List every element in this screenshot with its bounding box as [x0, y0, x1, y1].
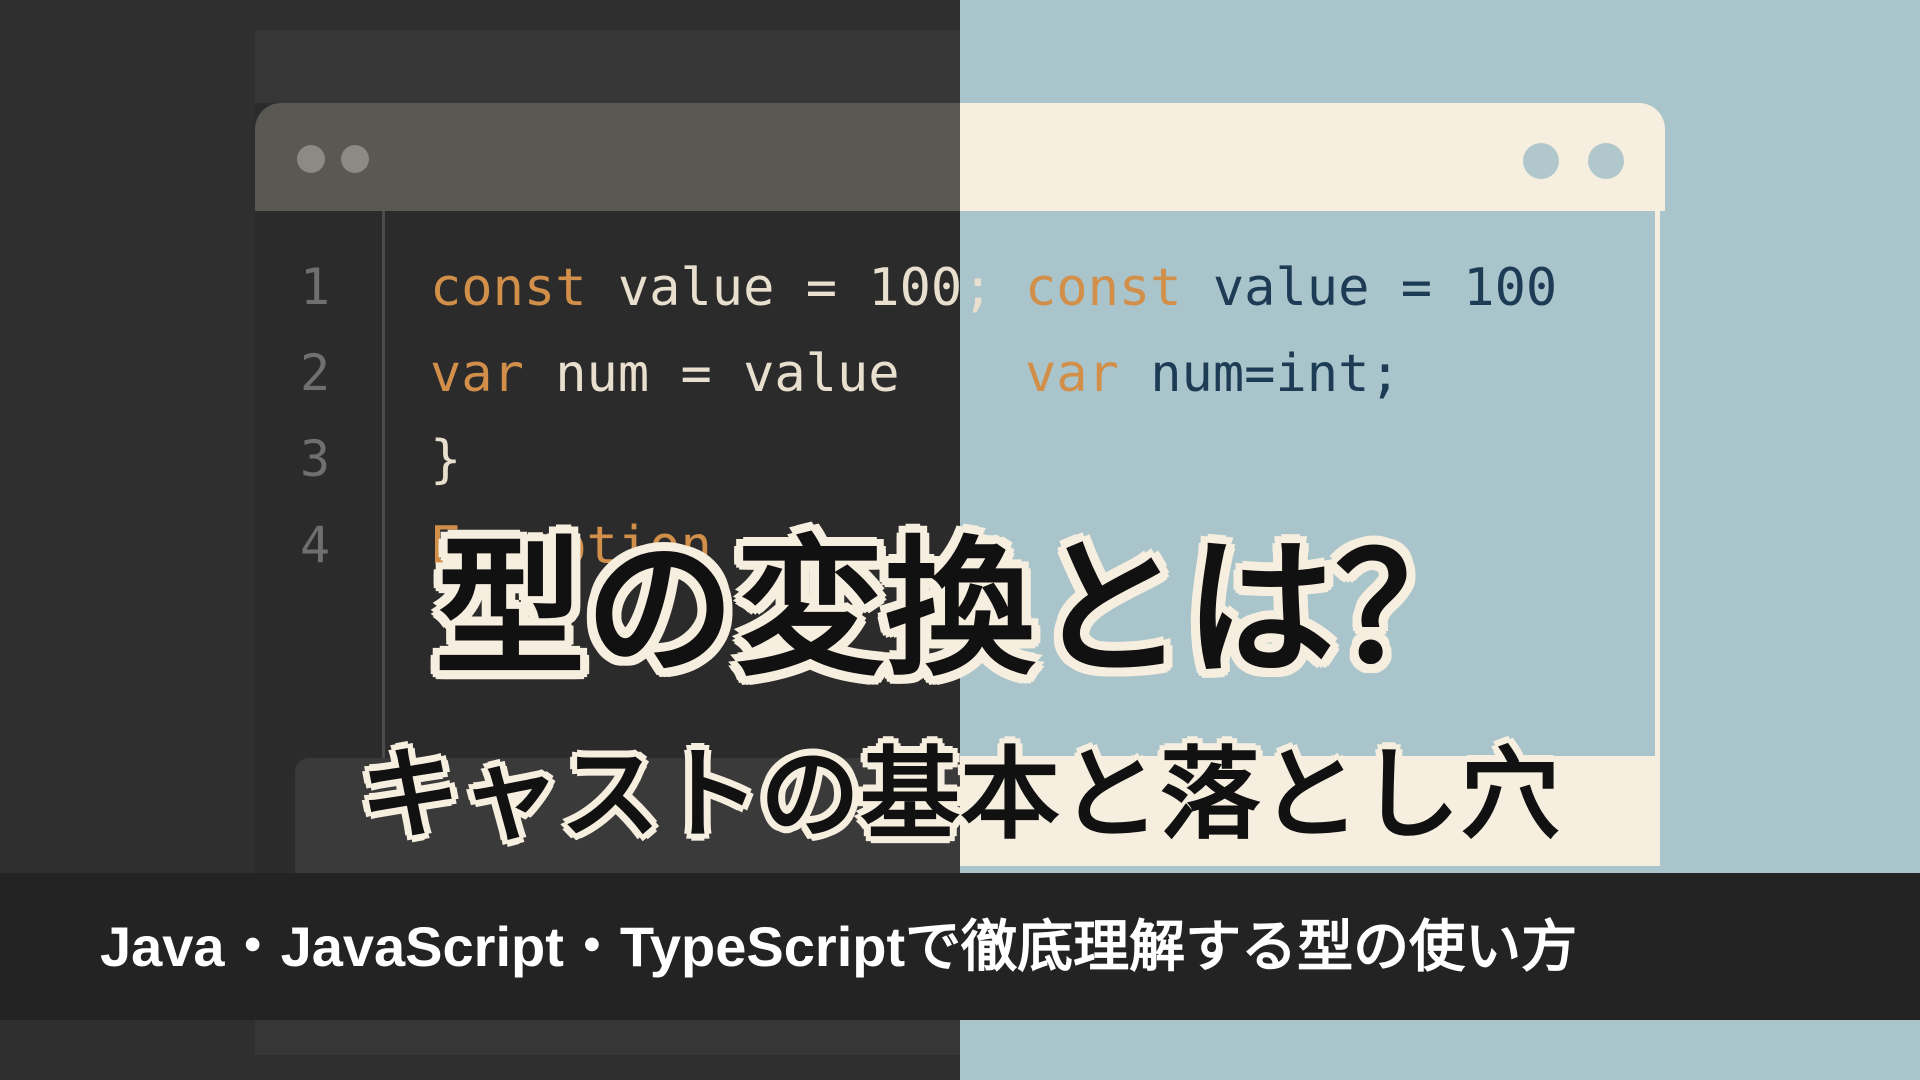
- code-keyword: var: [430, 344, 524, 404]
- line-number: 1: [300, 258, 331, 316]
- page-title: 型の変換とは？: [434, 523, 1485, 697]
- code-text: }: [430, 430, 462, 490]
- light-window-titlebar: [960, 103, 1665, 211]
- code-text: value = 100: [1181, 258, 1558, 318]
- line-number: 3: [300, 430, 331, 488]
- code-line: var num=int;: [1025, 344, 1401, 404]
- dark-window-titlebar: [255, 103, 960, 211]
- code-line: var num = value: [430, 344, 900, 404]
- code-keyword: var: [1025, 344, 1119, 404]
- banner-text: Java・JavaScript・TypeScriptで徹底理解する型の使い方: [100, 915, 1578, 978]
- window-dot-icon: [341, 145, 369, 173]
- code-line: const value = 100: [1025, 258, 1557, 318]
- code-keyword: const: [1025, 258, 1182, 318]
- code-text: value = 100;: [586, 258, 994, 318]
- code-line: const value = 100;: [430, 258, 994, 318]
- line-number: 2: [300, 344, 331, 402]
- page-subtitle: キャストの基本と落とし穴: [360, 736, 1560, 853]
- banner-strip: Java・JavaScript・TypeScriptで徹底理解する型の使い方: [0, 873, 1920, 1020]
- code-line: }: [430, 430, 461, 490]
- window-dot-icon: [1588, 143, 1624, 179]
- window-dot-icon: [297, 145, 325, 173]
- code-keyword: const: [430, 258, 587, 318]
- code-text: num=int;: [1118, 344, 1401, 404]
- code-text: num = value: [523, 344, 900, 404]
- window-dot-icon: [1523, 143, 1559, 179]
